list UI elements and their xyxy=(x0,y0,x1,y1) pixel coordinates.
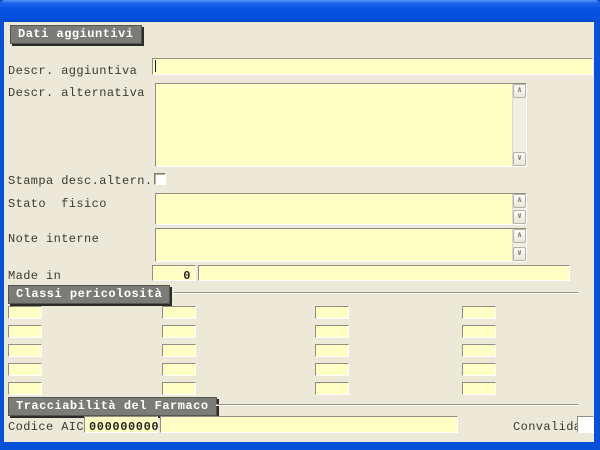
classe-pericolosita-cell[interactable] xyxy=(8,325,42,338)
section-header-tracciabilita: Tracciabilità del Farmaco xyxy=(8,397,217,416)
made-in-label: Made in xyxy=(8,269,61,283)
classe-pericolosita-cell[interactable] xyxy=(162,382,196,395)
codice-aic-description-value xyxy=(161,419,169,435)
section-divider xyxy=(216,404,578,406)
scroll-up-icon[interactable]: ∧ xyxy=(513,194,526,208)
made-in-description-input[interactable] xyxy=(198,265,570,281)
section-divider xyxy=(174,292,578,294)
scroll-up-icon[interactable]: ∧ xyxy=(513,84,526,98)
classe-pericolosita-cell[interactable] xyxy=(162,325,196,338)
note-interne-textarea[interactable]: ∧ ∨ xyxy=(155,228,527,262)
classe-pericolosita-cell[interactable] xyxy=(162,344,196,357)
codice-aic-input[interactable]: 000000000 xyxy=(84,416,158,433)
codice-aic-value: 000000000 xyxy=(85,419,163,435)
made-in-code-value: 0 xyxy=(179,268,195,284)
classe-pericolosita-cell[interactable] xyxy=(8,382,42,395)
convalida-value xyxy=(578,419,586,435)
classe-pericolosita-cell[interactable] xyxy=(8,363,42,376)
convalida-label: Convalida xyxy=(513,420,581,434)
note-interne-value xyxy=(156,229,512,261)
app-window: Dati aggiuntivi Descr. aggiuntiva Descr.… xyxy=(0,0,600,450)
scroll-down-icon[interactable]: ∨ xyxy=(513,152,526,166)
descr-alternativa-scrollbar[interactable]: ∧ ∨ xyxy=(512,84,526,166)
classe-pericolosita-cell[interactable] xyxy=(162,306,196,319)
window-titlebar[interactable] xyxy=(0,0,600,22)
descr-aggiuntiva-input[interactable] xyxy=(152,58,593,75)
classe-pericolosita-cell[interactable] xyxy=(315,363,349,376)
classe-pericolosita-cell[interactable] xyxy=(315,325,349,338)
made-in-description-value xyxy=(199,268,207,284)
classe-pericolosita-cell[interactable] xyxy=(8,344,42,357)
classe-pericolosita-cell[interactable] xyxy=(462,382,496,395)
made-in-code-input[interactable]: 0 xyxy=(152,265,196,281)
stato-fisico-value xyxy=(156,194,512,224)
scroll-down-icon[interactable]: ∨ xyxy=(513,210,526,224)
stampa-desc-altern-checkbox[interactable] xyxy=(154,173,166,185)
descr-alternativa-value xyxy=(156,84,512,166)
classe-pericolosita-cell[interactable] xyxy=(315,344,349,357)
descr-aggiuntiva-label: Descr. aggiuntiva xyxy=(8,64,137,78)
classi-column-2 xyxy=(162,306,196,401)
classe-pericolosita-cell[interactable] xyxy=(162,363,196,376)
note-interne-scrollbar[interactable]: ∧ ∨ xyxy=(512,229,526,261)
note-interne-label: Note interne xyxy=(8,232,99,246)
classe-pericolosita-cell[interactable] xyxy=(462,325,496,338)
scrollbar-track[interactable] xyxy=(513,98,526,152)
stato-fisico-textarea[interactable]: ∧ ∨ xyxy=(155,193,527,225)
classe-pericolosita-cell[interactable] xyxy=(462,344,496,357)
descr-alternativa-textarea[interactable]: ∧ ∨ xyxy=(155,83,527,167)
text-cursor xyxy=(155,60,156,72)
codice-aic-label: Codice AIC xyxy=(8,420,84,434)
classe-pericolosita-cell[interactable] xyxy=(315,382,349,395)
section-header-classi-pericolosita: Classi pericolosità xyxy=(8,285,170,304)
classi-column-4 xyxy=(462,306,496,401)
stato-fisico-label: Stato fisico xyxy=(8,197,107,211)
section-header-dati-aggiuntivi: Dati aggiuntivi xyxy=(10,25,142,44)
classe-pericolosita-cell[interactable] xyxy=(462,363,496,376)
classe-pericolosita-cell[interactable] xyxy=(462,306,496,319)
classe-pericolosita-cell[interactable] xyxy=(8,306,42,319)
stato-fisico-scrollbar[interactable]: ∧ ∨ xyxy=(512,194,526,224)
scroll-down-icon[interactable]: ∨ xyxy=(513,247,526,261)
form-content: Dati aggiuntivi Descr. aggiuntiva Descr.… xyxy=(4,22,594,442)
stampa-desc-altern-label: Stampa desc.altern. xyxy=(8,174,152,188)
classi-column-3 xyxy=(315,306,349,401)
classi-column-1 xyxy=(8,306,42,401)
scroll-up-icon[interactable]: ∧ xyxy=(513,229,526,243)
convalida-input[interactable] xyxy=(577,416,594,433)
classe-pericolosita-cell[interactable] xyxy=(315,306,349,319)
codice-aic-description-input[interactable] xyxy=(160,416,458,433)
descr-alternativa-label: Descr. alternativa xyxy=(8,86,145,100)
